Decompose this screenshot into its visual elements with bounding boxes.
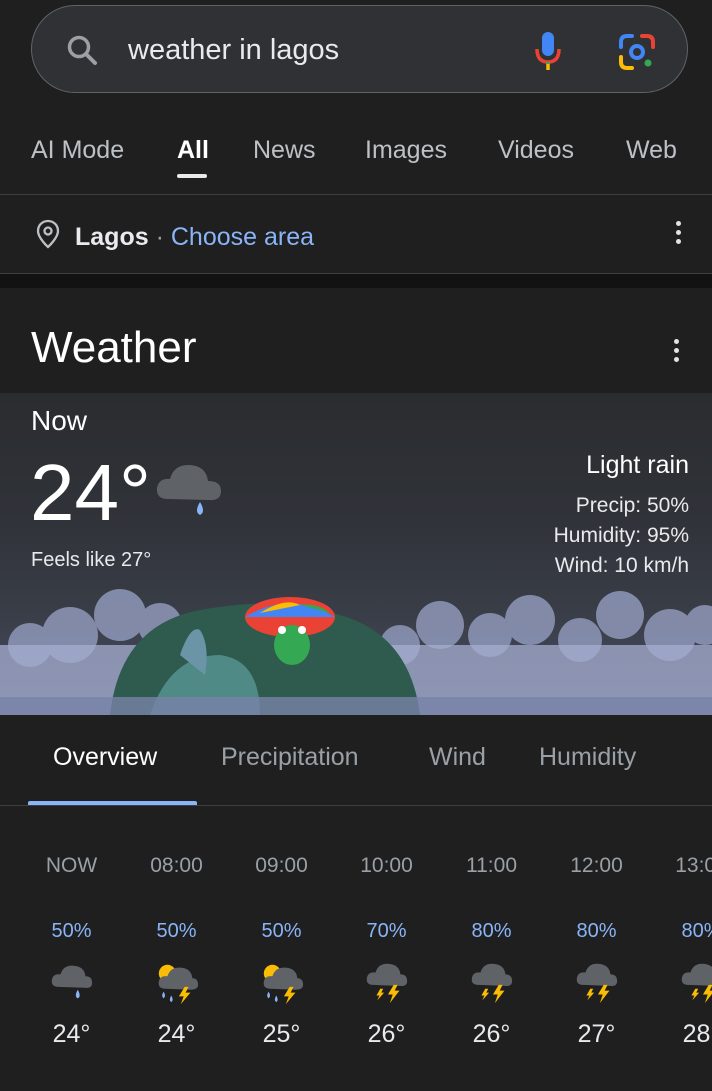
tab-precipitation[interactable]: Precipitation (221, 743, 359, 772)
hour-time: 12:00 (570, 854, 623, 877)
feels-like: Feels like 27° (31, 549, 152, 571)
tab-active-indicator (177, 174, 207, 178)
weather-tabs: Overview Precipitation Wind Humidity (0, 715, 712, 807)
weather-title: Weather (31, 323, 197, 372)
hourly-forecast[interactable]: NOW 50% 24° 08:00 50% 24° 09:00 50% 25° 10:00 70% 2… (0, 806, 712, 1091)
thunder-rain-sun-icon (158, 964, 199, 1005)
hourly-item: 08:00 50% 24° (124, 806, 229, 1091)
microphone-icon[interactable] (532, 30, 564, 72)
search-bar[interactable]: weather in lagos (31, 5, 688, 93)
weather-condition: Light rain (586, 451, 689, 479)
hour-temp: 26° (472, 1020, 511, 1048)
hourly-item: 11:00 80% 26° (439, 806, 544, 1091)
thunderstorm-icon (576, 963, 618, 1004)
hour-precip: 50% (51, 920, 92, 942)
thunderstorm-icon (366, 963, 408, 1004)
tab-images[interactable]: Images (365, 136, 447, 165)
rain-cloud-icon (51, 965, 93, 999)
tab-all[interactable]: All (177, 136, 209, 165)
location-more-icon[interactable] (676, 221, 682, 248)
hour-precip: 70% (366, 920, 407, 942)
hour-time: 13:00 (675, 854, 712, 877)
section-gap (0, 274, 712, 288)
hour-temp: 24° (52, 1020, 91, 1048)
thunder-rain-sun-icon (263, 964, 304, 1005)
weather-more-icon[interactable] (674, 339, 680, 366)
tab-overview[interactable]: Overview (53, 743, 157, 772)
hour-time: 10:00 (360, 854, 413, 877)
hour-temp: 28° (682, 1020, 712, 1048)
hourly-item: NOW 50% 24° (19, 806, 124, 1091)
precip-detail: Precip: 50% (575, 494, 689, 517)
location-row: Lagos · Choose area (0, 195, 712, 273)
thunderstorm-icon (471, 963, 513, 1004)
location-city: Lagos (75, 223, 149, 251)
hour-temp: 25° (262, 1020, 301, 1048)
hour-temp: 27° (577, 1020, 616, 1048)
hourly-item: 13:00 80% 28° (649, 806, 712, 1091)
wind-detail: Wind: 10 km/h (554, 554, 689, 577)
hour-precip: 80% (471, 920, 512, 942)
hourly-item: 09:00 50% 25° (229, 806, 334, 1091)
hour-time: 08:00 (150, 854, 203, 877)
tab-ai-mode[interactable]: AI Mode (31, 136, 124, 165)
hour-temp: 24° (157, 1020, 196, 1048)
location-text: Lagos · Choose area (75, 223, 314, 252)
hour-precip: 80% (576, 920, 617, 942)
tab-news[interactable]: News (253, 136, 316, 165)
tab-videos[interactable]: Videos (498, 136, 574, 165)
hour-precip: 80% (681, 920, 712, 942)
hour-precip: 50% (261, 920, 302, 942)
hour-precip: 50% (156, 920, 197, 942)
tab-humidity[interactable]: Humidity (539, 743, 636, 772)
hourly-item: 10:00 70% 26° (334, 806, 439, 1091)
hour-time: 09:00 (255, 854, 308, 877)
tab-wind[interactable]: Wind (429, 743, 486, 772)
rain-cloud-icon (156, 464, 221, 515)
search-input[interactable]: weather in lagos (128, 34, 339, 67)
hour-time: NOW (45, 854, 98, 877)
hour-time: 11:00 (466, 854, 517, 877)
search-tabs: AI Mode All News Images Videos Web (0, 128, 712, 188)
search-area: weather in lagos AI Mode All News Images… (0, 0, 712, 195)
weather-header: Weather (0, 288, 712, 393)
tab-web[interactable]: Web (626, 136, 677, 165)
google-lens-icon[interactable] (618, 33, 656, 71)
thunderstorm-icon (681, 963, 712, 1004)
hour-temp: 26° (367, 1020, 406, 1048)
now-label: Now (31, 405, 88, 436)
humidity-detail: Humidity: 95% (553, 524, 689, 547)
location-pin-icon (36, 219, 60, 249)
hourly-item: 12:00 80% 27° (544, 806, 649, 1091)
location-separator: · (155, 223, 164, 251)
rainy-scene-illustration (0, 589, 712, 715)
search-icon[interactable] (66, 34, 98, 66)
current-weather-panel: Now 24° Feels like 27° Light rain Precip… (0, 393, 712, 715)
current-temperature: 24° (30, 448, 151, 537)
choose-area-link[interactable]: Choose area (171, 223, 314, 251)
